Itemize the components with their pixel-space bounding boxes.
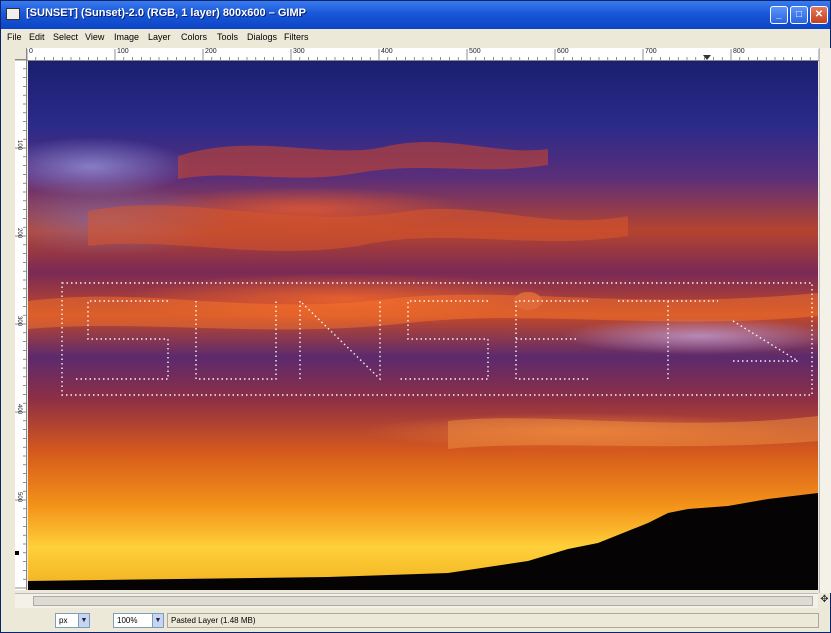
menu-image[interactable]: Image [114,32,139,42]
horizontal-scroll-thumb[interactable] [33,596,813,606]
ruler-label: 700 [645,48,657,55]
gimp-icon [6,8,20,20]
cloud-streak [448,416,818,449]
vertical-scrollbar[interactable] [819,48,831,593]
menu-layer[interactable]: Layer [148,32,171,42]
menu-tools[interactable]: Tools [217,32,238,42]
unit-select[interactable]: px [55,613,79,628]
ruler-label: 300 [293,48,305,55]
ruler-label: 600 [557,48,569,55]
menu-select[interactable]: Select [53,32,78,42]
navigate-icon[interactable]: ✥ [819,593,830,607]
menu-view[interactable]: View [85,32,104,42]
ruler-label: 500 [469,48,481,55]
chevron-down-icon[interactable]: ▼ [152,613,164,628]
horizontal-ruler[interactable]: 0 100 200 300 400 500 600 700 800 [27,48,819,61]
image-canvas[interactable] [28,61,818,590]
ruler-label: 100 [16,140,22,151]
ruler-label: 100 [117,48,129,55]
selection-letter-extra [732,320,799,362]
menu-filters[interactable]: Filters [284,32,309,42]
ruler-ticks [27,49,819,60]
cloud-streak [28,293,818,330]
chevron-down-icon[interactable]: ▼ [78,613,90,628]
ruler-marker [15,551,19,555]
hill-silhouette [28,493,818,590]
ruler-label: 200 [16,228,22,239]
ruler-pointer-icon [703,55,711,60]
zoom-select[interactable]: 100% [113,613,153,628]
horizontal-scrollbar[interactable] [15,593,818,608]
title-bar[interactable]: [SUNSET] (Sunset)-2.0 (RGB, 1 layer) 800… [1,1,830,29]
ruler-label: 400 [16,404,22,415]
cloud-streak [88,205,628,251]
ruler-corner[interactable] [15,48,27,60]
status-bar: px ▼ 100% ▼ Pasted Layer (1.48 MB) [1,609,830,632]
menu-edit[interactable]: Edit [29,32,45,42]
menu-colors[interactable]: Colors [181,32,207,42]
close-button[interactable]: ✕ [810,6,828,24]
ruler-label: 800 [733,48,745,55]
gimp-window: [SUNSET] (Sunset)-2.0 (RGB, 1 layer) 800… [0,0,831,633]
window-title: [SUNSET] (Sunset)-2.0 (RGB, 1 layer) 800… [26,7,306,19]
layer-info-status: Pasted Layer (1.48 MB) [167,613,819,628]
vertical-ruler[interactable]: 100 200 300 400 500 [15,60,27,590]
menu-file[interactable]: File [7,32,22,42]
ruler-label: 200 [205,48,217,55]
minimize-button[interactable]: _ [770,6,788,24]
menu-bar: File Edit Select View Image Layer Colors… [1,29,830,46]
ruler-label: 500 [16,492,22,503]
ruler-label: 300 [16,316,22,327]
ruler-label: 400 [381,48,393,55]
cloud-streak [178,141,548,179]
menu-dialogs[interactable]: Dialogs [247,32,277,42]
ruler-label: 0 [29,48,33,55]
maximize-button[interactable]: □ [790,6,808,24]
canvas-art [28,141,818,590]
